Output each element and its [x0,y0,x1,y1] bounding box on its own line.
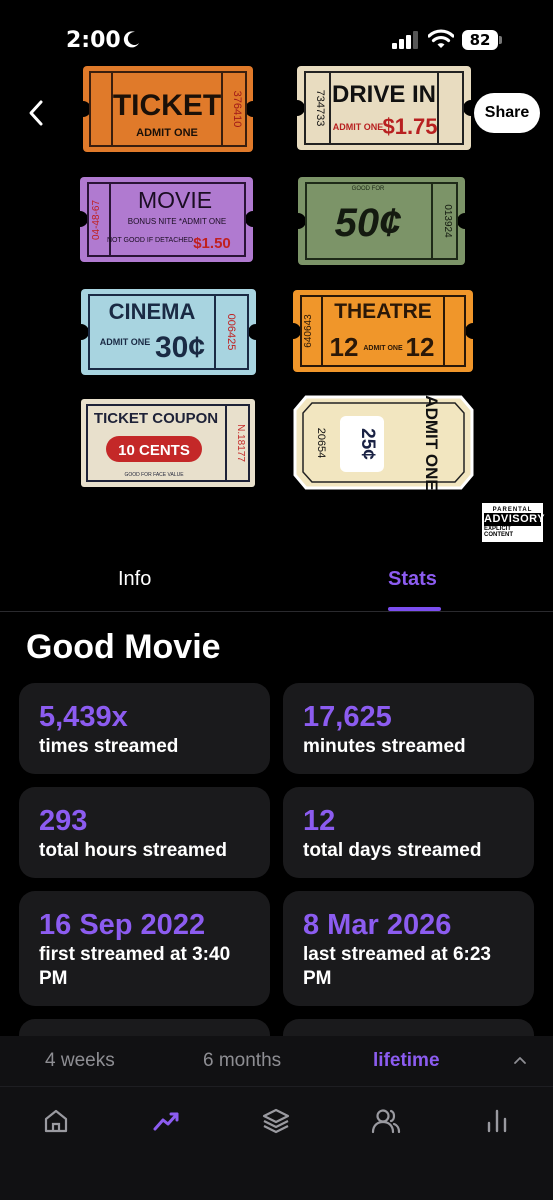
stat-card-last-streamed: 8 Mar 2026 last streamed at 6:23 PM [283,891,534,1006]
tab-stats[interactable]: Stats [388,568,437,591]
friends-icon[interactable] [370,1105,402,1137]
battery-indicator: 82 [462,30,502,50]
stat-card-first-streamed: 16 Sep 2022 first streamed at 3:40 PM [19,891,270,1006]
page-title: Good Movie [26,628,221,666]
chevron-up-icon[interactable] [512,1052,528,1068]
tab-info[interactable]: Info [118,568,151,591]
stat-label: total days streamed [303,840,482,861]
time-range-selector: 4 weeks 6 months lifetime [0,1036,553,1086]
ticket-3-extra: NOT GOOD IF DETACHED [107,237,193,244]
stat-label: total hours streamed [39,840,227,861]
stat-label: first streamed at 3:40 PM [39,944,231,989]
share-button[interactable]: Share [474,93,540,133]
stat-label: times streamed [39,736,179,757]
ticket-5-title: CINEMA [109,299,196,324]
ticket-art-4: GOOD FOR 50¢ 013924 [290,177,473,265]
ticket-3-price: $1.50 [193,235,231,252]
stat-value: 17,625 [303,701,392,733]
ticket-6-serial: 640643 [303,314,314,348]
status-bar: 2:00 82 [0,0,553,60]
parental-advisory-label: PARENTAL ADVISORY EXPLICIT CONTENT [482,503,546,542]
status-time: 2:00 [66,28,121,53]
ticket-3-sub: BONUS NITE *ADMIT ONE [128,217,227,226]
advisory-line-3: EXPLICIT CONTENT [484,526,513,538]
stat-value: 8 Mar 2026 [303,909,452,941]
ticket-7-extra: GOOD FOR FACE VALUE [124,472,184,478]
ticket-2-price: $1.75 [382,114,437,139]
stat-value: 293 [39,805,88,837]
bottom-nav [0,1086,553,1200]
ticket-art-1: TICKET ADMIT ONE 376410 [75,66,261,152]
ticket-3-serial: 04-48-67 [91,200,102,240]
ticket-6-sub: ADMIT ONE [363,345,403,352]
ticket-6-title: THEATRE [334,300,432,323]
album-art: TICKET ADMIT ONE 376410 DRIVE IN ADMIT O… [72,66,481,491]
ticket-4-serial: 013924 [442,204,453,238]
ticket-7-title: TICKET COUPON [94,410,218,427]
range-option-4-weeks[interactable]: 4 weeks [45,1050,115,1072]
ticket-2-serial: 734733 [314,90,326,127]
tab-bar: Info Stats [0,560,553,612]
ticket-5-price: 30¢ [155,331,205,364]
ticket-1-serial: 376410 [231,91,243,128]
stat-value: 12 [303,805,336,837]
ticket-art-7: TICKET COUPON 10 CENTS GOOD FOR FACE VAL… [81,399,255,487]
ticket-5-sub: ADMIT ONE [100,337,151,347]
ticket-art-3: MOVIE BONUS NITE *ADMIT ONE NOT GOOD IF … [72,177,261,262]
ticket-7-serial: N.18177 [235,424,246,462]
charts-icon[interactable] [481,1105,513,1137]
stat-card-times-streamed: 5,439x times streamed [19,683,270,774]
stat-label: minutes streamed [303,736,466,757]
stat-card-total-days: 12 total days streamed [283,787,534,878]
ticket-art-6: THEATRE ADMIT ONE 12 12 640643 [285,290,481,372]
advisory-line-2: ADVISORY [484,513,546,526]
ticket-art-5: CINEMA ADMIT ONE 30¢ 006425 [73,289,264,375]
ticket-6-price-left: 12 [330,332,359,362]
ticket-3-title: MOVIE [138,187,212,213]
ticket-8-serial: 20654 [315,428,327,459]
ticket-4-sub: GOOD FOR [352,186,385,192]
stat-value: 5,439x [39,701,128,733]
battery-level: 82 [462,30,498,50]
ticket-8-title: ADMIT ONE [422,395,441,490]
chevron-left-icon [29,100,43,126]
ticket-7-sub: 10 CENTS [118,442,190,459]
ticket-2-sub: ADMIT ONE [333,122,384,132]
moon-icon [123,31,139,48]
signal-icon [392,31,418,49]
home-icon[interactable] [40,1105,72,1137]
stat-value: 16 Sep 2022 [39,909,206,941]
ticket-5-serial: 006425 [225,314,237,351]
ticket-8-price: 25¢ [357,428,378,460]
layers-icon[interactable] [260,1105,292,1137]
ticket-art-2: DRIVE IN ADMIT ONE $1.75 734733 [289,66,479,150]
back-button[interactable] [18,93,54,133]
range-option-lifetime[interactable]: lifetime [373,1050,440,1072]
ticket-6-price-right: 12 [406,332,435,362]
active-tab-indicator [388,607,441,611]
stat-card-total-hours: 293 total hours streamed [19,787,270,878]
range-option-6-months[interactable]: 6 months [203,1050,281,1072]
ticket-art-8: 25¢ ADMIT ONE 20654 [293,395,474,491]
ticket-4-title: 50¢ [335,201,402,245]
ticket-1-title: TICKET [113,89,221,122]
ticket-1-sub: ADMIT ONE [136,127,198,139]
stat-label: last streamed at 6:23 PM [303,944,491,989]
ticket-2-title: DRIVE IN [332,81,436,108]
stat-card-minutes-streamed: 17,625 minutes streamed [283,683,534,774]
wifi-icon [428,29,454,48]
trending-icon[interactable] [150,1105,182,1137]
